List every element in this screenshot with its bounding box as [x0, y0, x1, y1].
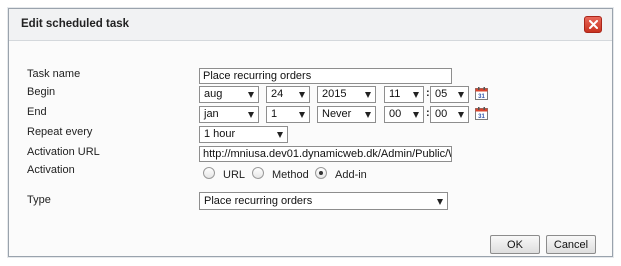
activation-url-label: Activation URL — [27, 146, 100, 158]
begin-hour-select[interactable]: 11 — [384, 86, 424, 103]
begin-year-value: 2015 — [322, 88, 347, 100]
task-name-input[interactable]: Place recurring orders — [199, 68, 452, 84]
chevron-down-icon — [248, 112, 254, 118]
close-icon — [588, 20, 598, 29]
end-year-value: Never — [322, 108, 352, 120]
chevron-down-icon — [437, 199, 443, 205]
close-button[interactable] — [584, 16, 602, 33]
begin-label: Begin — [27, 86, 56, 98]
begin-day-select[interactable]: 24 — [266, 86, 310, 103]
begin-minute-select[interactable]: 05 — [430, 86, 469, 103]
activation-addin-radio-label[interactable]: Add-in — [335, 169, 367, 181]
end-day-select[interactable]: 1 — [266, 106, 310, 123]
chevron-down-icon — [365, 112, 371, 118]
activation-url-radio[interactable] — [203, 167, 215, 179]
begin-month-select[interactable]: aug — [199, 86, 259, 103]
chevron-down-icon — [458, 92, 464, 98]
chevron-down-icon — [248, 92, 254, 98]
repeat-every-label: Repeat every — [27, 126, 93, 138]
begin-day-value: 24 — [271, 88, 284, 100]
activation-label: Activation — [27, 164, 75, 176]
type-label: Type — [27, 194, 51, 206]
calendar-icon[interactable]: 31 — [475, 107, 488, 120]
edit-scheduled-task-dialog: Edit scheduled task Task name Place recu… — [8, 8, 613, 257]
end-label: End — [27, 106, 47, 118]
repeat-every-value: 1 hour — [204, 128, 236, 140]
svg-text:31: 31 — [478, 114, 485, 120]
dialog-body: Task name Place recurring orders Begin a… — [9, 42, 612, 256]
end-minute-value: 00 — [435, 108, 448, 120]
end-hour-value: 00 — [389, 108, 402, 120]
end-day-value: 1 — [271, 108, 278, 120]
end-year-select[interactable]: Never — [317, 106, 376, 123]
activation-method-radio[interactable] — [252, 167, 264, 179]
svg-text:31: 31 — [478, 94, 485, 100]
activation-method-radio-label[interactable]: Method — [272, 169, 309, 181]
ok-button[interactable]: OK — [490, 235, 540, 254]
begin-minute-value: 05 — [435, 88, 448, 100]
dialog-title: Edit scheduled task — [21, 18, 130, 30]
repeat-every-select[interactable]: 1 hour — [199, 126, 288, 143]
chevron-down-icon — [299, 92, 305, 98]
activation-url-radio-label[interactable]: URL — [223, 169, 245, 181]
type-select[interactable]: Place recurring orders — [199, 192, 448, 210]
chevron-down-icon — [413, 112, 419, 118]
chevron-down-icon — [299, 112, 305, 118]
task-name-label: Task name — [27, 68, 81, 80]
dialog-titlebar: Edit scheduled task — [9, 9, 612, 41]
end-hour-select[interactable]: 00 — [384, 106, 424, 123]
calendar-icon[interactable]: 31 — [475, 87, 488, 100]
cancel-button[interactable]: Cancel — [546, 235, 596, 254]
activation-addin-radio[interactable] — [315, 167, 327, 179]
begin-month-value: aug — [204, 88, 223, 100]
chevron-down-icon — [277, 132, 283, 138]
begin-hour-value: 11 — [389, 88, 401, 100]
chevron-down-icon — [458, 112, 464, 118]
end-month-value: jan — [204, 108, 219, 120]
type-value: Place recurring orders — [204, 195, 313, 207]
chevron-down-icon — [413, 92, 419, 98]
end-minute-select[interactable]: 00 — [430, 106, 469, 123]
chevron-down-icon — [365, 92, 371, 98]
activation-url-input[interactable]: http://mniusa.dev01.dynamicweb.dk/Admin/… — [199, 146, 452, 162]
begin-year-select[interactable]: 2015 — [317, 86, 376, 103]
end-month-select[interactable]: jan — [199, 106, 259, 123]
